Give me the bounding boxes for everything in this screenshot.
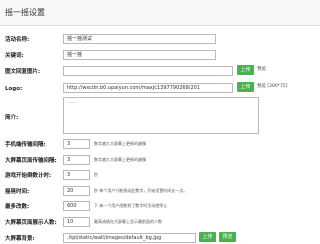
logo-upload-button[interactable]: 上传 <box>237 82 254 92</box>
page-header: 摇一摇设置 <box>0 0 320 26</box>
activity-name-input[interactable]: 摇一摇测试 <box>63 34 216 44</box>
cover-image-preview-link[interactable]: 预览 <box>257 66 266 74</box>
screen-background-label: 大屏幕背景: <box>5 236 35 242</box>
mobile-interval-label: 手机端传输间隔: <box>5 142 46 148</box>
screen-display-people-hint: 最高成绩在大屏幕上显示最前面的人数 <box>94 219 162 224</box>
logo-input[interactable]: http://wxcdn.b0.upaiyun.com/maxjc1397790… <box>63 83 233 93</box>
intro-textarea[interactable]: —— <box>63 97 259 134</box>
cover-image-upload-button[interactable]: 上传 <box>237 65 254 75</box>
screen-interval-label: 大屏幕页面传输间隔: <box>5 158 57 164</box>
max-shakes-hint: 下 每一个用户改数到了数字时活动就停止 <box>94 203 168 208</box>
cover-image-input[interactable] <box>63 66 233 76</box>
mobile-interval-hint: 数字越大大屏幕上更新的越慢 <box>94 141 146 146</box>
screen-background-input[interactable]: ./tpl/static/wall/images/default_bg.jpg <box>63 233 196 243</box>
max-shakes-label: 最多改数: <box>5 204 30 210</box>
logo-preview-link[interactable]: 预览 [200*75] <box>257 83 288 91</box>
shake-time-input[interactable]: 20 <box>63 186 90 196</box>
screen-background-preview-button[interactable]: 预览 <box>219 232 236 242</box>
shake-time-label: 摇晃时间: <box>5 189 30 195</box>
intro-label: 简介: <box>5 115 19 121</box>
screen-interval-hint: 数字越大大屏幕上更新的越慢 <box>94 157 146 162</box>
max-shakes-input[interactable]: 600 <box>63 201 90 211</box>
countdown-input[interactable]: 3 <box>63 170 90 180</box>
countdown-hint: 秒 <box>94 172 98 177</box>
screen-background-upload-button[interactable]: 上传 <box>199 232 216 242</box>
screen-display-people-input[interactable]: 10 <box>63 217 90 227</box>
logo-label: Logo: <box>5 86 23 92</box>
activity-name-label: 活动名称: <box>5 37 30 43</box>
keyword-label: 关键词: <box>5 53 24 59</box>
page-title: 摇一摇设置 <box>5 8 45 17</box>
cover-image-label: 图文回复图片: <box>5 69 41 75</box>
countdown-label: 游戏开始倒数计时: <box>5 173 52 179</box>
screen-interval-input[interactable]: 3 <box>63 155 90 165</box>
shake-time-hint: 秒 每个用户只能摇动此数字，开始设置时间长一点。 <box>94 188 188 193</box>
screen-display-people-label: 大屏幕页面展示人数: <box>5 220 57 226</box>
keyword-input[interactable]: 摇一摇 <box>63 50 216 60</box>
mobile-interval-input[interactable]: 3 <box>63 139 90 149</box>
